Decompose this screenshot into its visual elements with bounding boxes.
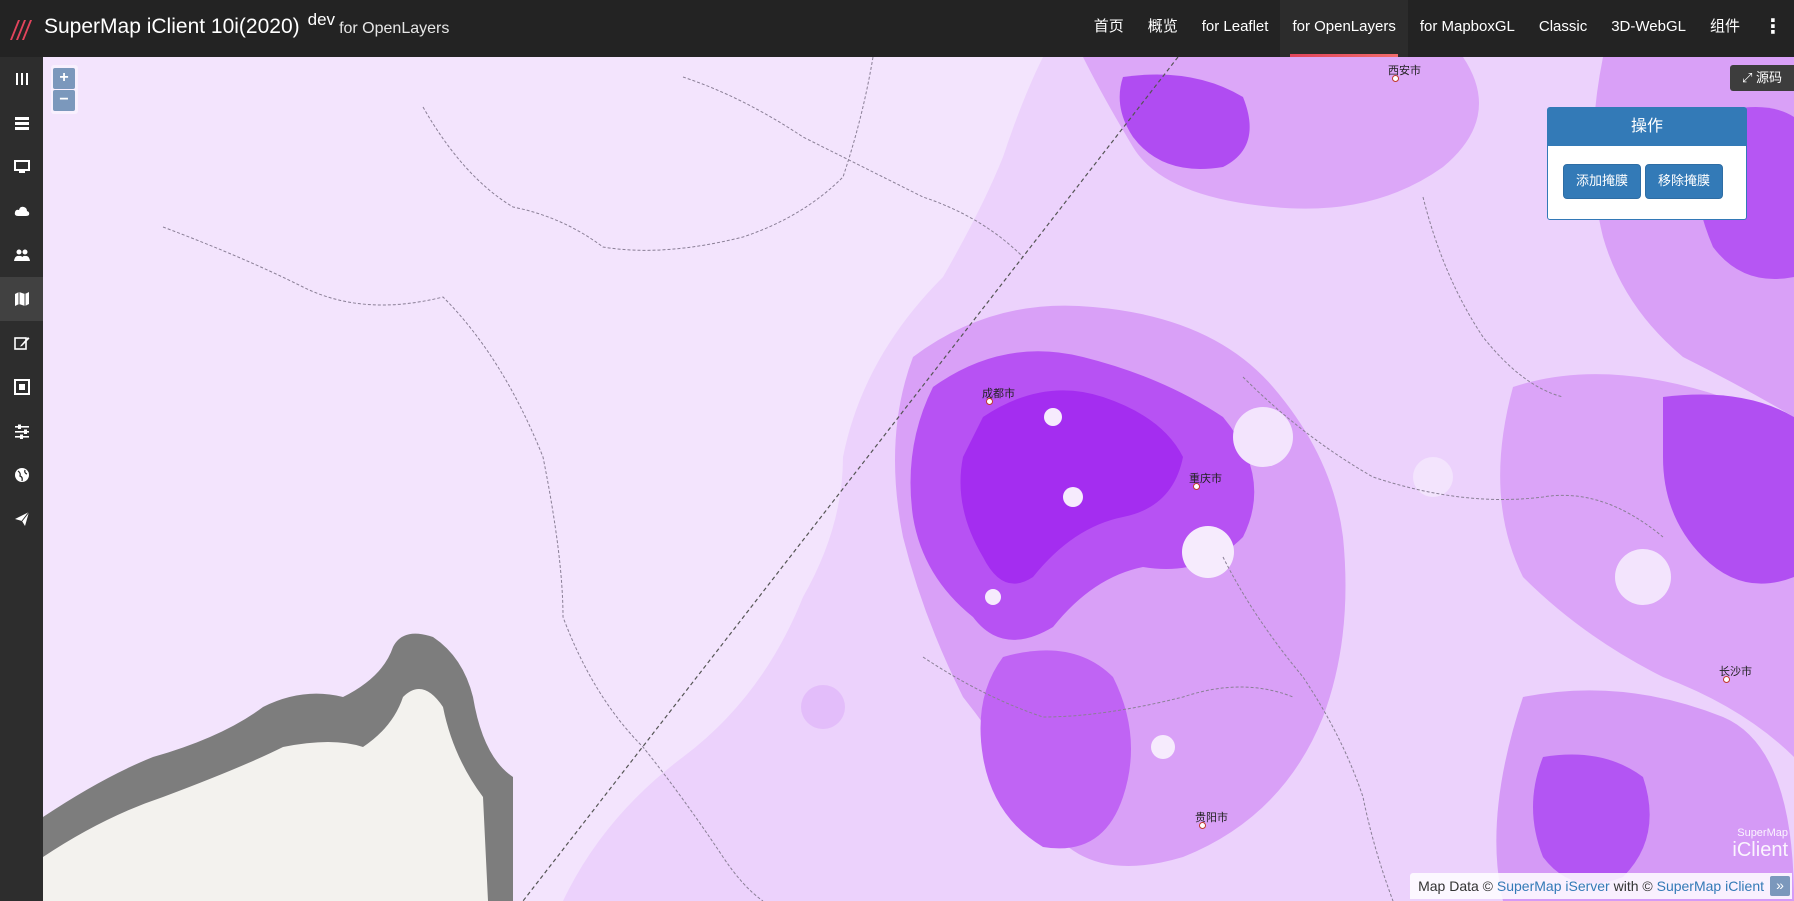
globe-icon xyxy=(14,468,29,482)
panel-body: 添加掩膜 移除掩膜 xyxy=(1548,146,1746,199)
city-marker-icon xyxy=(1199,822,1206,829)
sidebar-item-cloud[interactable] xyxy=(0,189,43,233)
nav-leaflet[interactable]: for Leaflet xyxy=(1190,0,1281,57)
supermap-logo-icon xyxy=(10,20,32,40)
panel-title: 操作 xyxy=(1548,108,1746,146)
users-icon xyxy=(13,249,30,261)
nav-3d-webgl[interactable]: 3D-WebGL xyxy=(1599,0,1698,57)
sidebar-item-edit[interactable] xyxy=(0,321,43,365)
add-mask-button[interactable]: 添加掩膜 xyxy=(1563,164,1642,199)
sidebar-item-settings[interactable] xyxy=(0,409,43,453)
nav-openlayers[interactable]: for OpenLayers xyxy=(1280,0,1408,57)
layer-list-icon xyxy=(14,117,29,130)
supermap-iclient-link[interactable]: SuperMap iClient xyxy=(1657,878,1764,894)
city-label-guiyang: 贵阳市 xyxy=(1195,809,1228,829)
map-viewport[interactable]: + − ⤢ 源码 操作 添加掩膜 移除掩膜 西安市 成都市 重庆市 长沙市 贵阳… xyxy=(43,57,1794,901)
nav-components[interactable]: 组件 xyxy=(1698,0,1752,57)
sidebar-item-desktop[interactable] xyxy=(0,145,43,189)
brand-title[interactable]: SuperMap iClient 10i(2020) dev for OpenLay… xyxy=(44,10,450,39)
zoom-in-button[interactable]: + xyxy=(53,68,75,89)
sliders-icon xyxy=(14,424,29,439)
remove-mask-button[interactable]: 移除掩膜 xyxy=(1645,164,1724,199)
city-marker-icon xyxy=(1392,75,1399,82)
city-marker-icon xyxy=(986,398,993,405)
city-marker-icon xyxy=(1723,676,1730,683)
edit-icon xyxy=(13,337,29,350)
map-attribution: Map Data © SuperMap iServer with © Super… xyxy=(1410,873,1792,899)
city-label-chongqing: 重庆市 xyxy=(1189,470,1222,490)
supermap-watermark: SuperMap iClient xyxy=(1698,827,1788,871)
city-marker-icon xyxy=(1193,483,1200,490)
nav-classic[interactable]: Classic xyxy=(1527,0,1599,57)
sidebar-item-send[interactable] xyxy=(0,497,43,541)
frame-icon xyxy=(13,379,30,395)
supermap-iserver-link[interactable]: SuperMap iServer xyxy=(1497,878,1610,894)
city-label-chengdu: 成都市 xyxy=(982,385,1015,405)
sidebar-item-layers[interactable] xyxy=(0,101,43,145)
attribution-toggle-button[interactable]: » xyxy=(1770,876,1790,896)
view-source-label: 源码 xyxy=(1756,70,1783,85)
zoom-control: + − xyxy=(51,65,78,114)
attribution-prefix: Map Data © xyxy=(1418,878,1497,894)
more-vertical-icon[interactable]: ⋮ xyxy=(1752,0,1794,57)
nav-home[interactable]: 首页 xyxy=(1082,0,1136,57)
nav-overview[interactable]: 概览 xyxy=(1136,0,1190,57)
sidebar-item-toggle[interactable] xyxy=(0,57,43,101)
sidebar-item-frame[interactable] xyxy=(0,365,43,409)
brand-name: SuperMap iClient 10i(2020) xyxy=(44,15,300,38)
map-canvas[interactable] xyxy=(43,57,1794,901)
city-label-xian: 西安市 xyxy=(1388,62,1421,82)
sidebar xyxy=(0,57,43,901)
expand-icon: ⤢ xyxy=(1741,70,1753,85)
sidebar-item-globe[interactable] xyxy=(0,453,43,497)
city-label-changsha: 长沙市 xyxy=(1719,663,1752,683)
top-navbar: SuperMap iClient 10i(2020) dev for OpenLay… xyxy=(0,0,1794,57)
brand-dev-tag: dev xyxy=(307,10,336,29)
watermark-line2: iClient xyxy=(1732,839,1788,861)
brand-subtitle: for OpenLayers xyxy=(339,20,450,37)
nav-mapboxgl[interactable]: for MapboxGL xyxy=(1408,0,1527,57)
sidebar-item-users[interactable] xyxy=(0,233,43,277)
cloud-icon xyxy=(14,206,29,216)
attribution-middle: with © xyxy=(1609,878,1657,894)
columns-icon xyxy=(15,73,28,85)
zoom-out-button[interactable]: − xyxy=(53,90,75,111)
send-icon xyxy=(14,511,29,526)
view-source-button[interactable]: ⤢ 源码 xyxy=(1730,65,1794,91)
operation-panel: 操作 添加掩膜 移除掩膜 xyxy=(1547,107,1747,220)
watermark-line1: SuperMap xyxy=(1737,827,1788,839)
map-icon xyxy=(14,292,29,306)
sidebar-item-map[interactable] xyxy=(0,277,43,321)
desktop-icon xyxy=(13,160,30,173)
main-nav: 首页 概览 for Leaflet for OpenLayers for Map… xyxy=(1082,0,1794,57)
